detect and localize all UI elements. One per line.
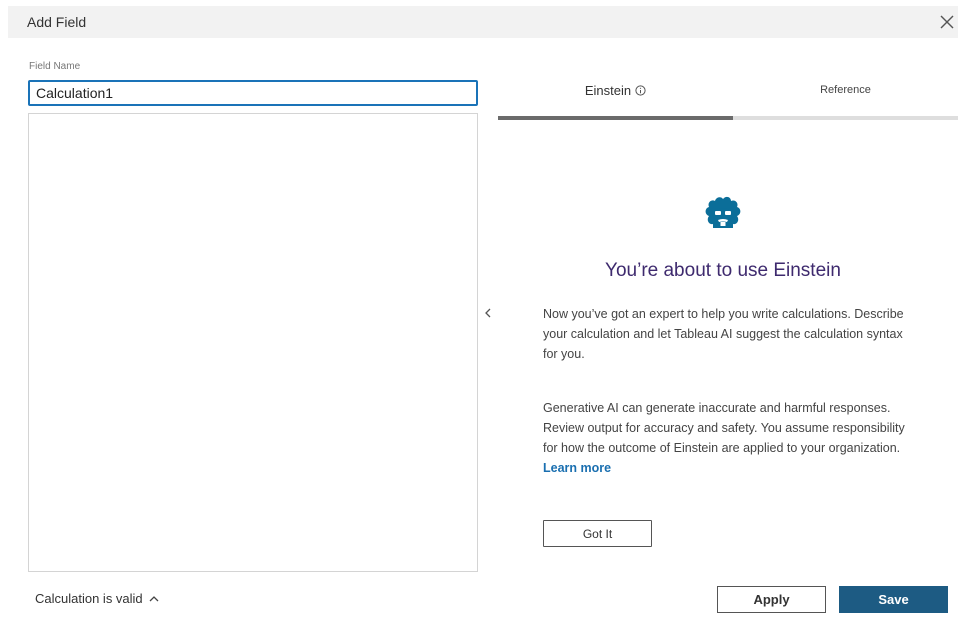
tab-reference[interactable]: Reference <box>733 70 958 120</box>
apply-button[interactable]: Apply <box>717 586 826 613</box>
einstein-heading: You’re about to use Einstein <box>605 260 841 281</box>
field-name-label: Field Name <box>29 61 81 72</box>
panel-tabs: Einstein Reference <box>498 70 958 120</box>
tab-reference-label: Reference <box>820 84 871 96</box>
tab-einstein-underline <box>498 116 733 120</box>
dialog-title-bar: Add Field <box>8 6 958 38</box>
einstein-logo-icon <box>700 194 746 234</box>
einstein-disclaimer-text: Generative AI can generate inaccurate an… <box>543 401 905 475</box>
learn-more-link[interactable]: Learn more <box>543 461 611 475</box>
einstein-intro-text: Now you’ve got an expert to help you wri… <box>543 307 904 361</box>
got-it-button[interactable]: Got It <box>543 520 652 547</box>
tab-reference-underline <box>733 116 958 120</box>
info-icon <box>635 84 646 96</box>
save-button[interactable]: Save <box>839 586 948 613</box>
chevron-up-icon <box>149 591 159 602</box>
tab-einstein[interactable]: Einstein <box>498 70 733 120</box>
calculation-editor[interactable] <box>28 113 478 572</box>
dialog-title: Add Field <box>27 14 87 30</box>
tab-einstein-label: Einstein <box>585 83 646 98</box>
close-icon[interactable] <box>936 11 958 33</box>
field-name-input[interactable] <box>28 80 478 106</box>
status-text: Calculation is valid <box>35 591 143 606</box>
chevron-left-icon[interactable] <box>481 304 495 322</box>
calculation-status[interactable]: Calculation is valid <box>35 591 159 606</box>
